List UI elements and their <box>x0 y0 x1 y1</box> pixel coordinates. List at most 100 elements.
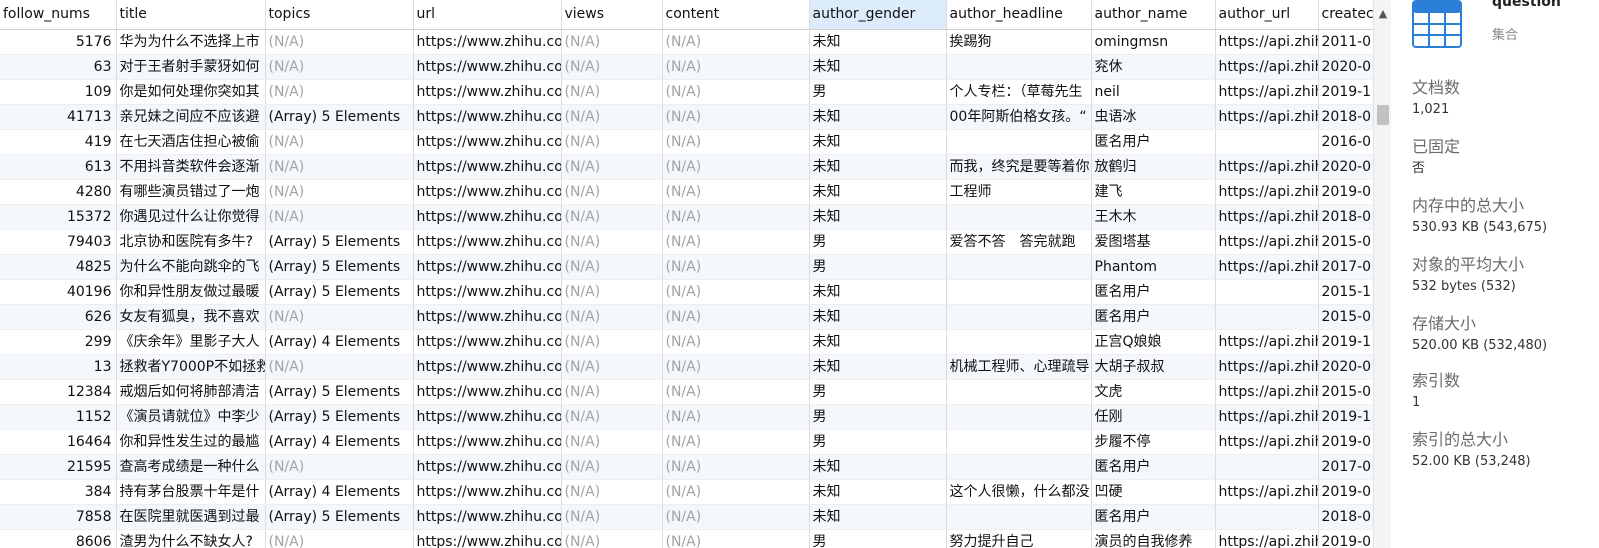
cell-follow-nums[interactable]: 41713 <box>0 104 117 130</box>
cell-url[interactable]: https://www.zhihu.com <box>413 354 562 380</box>
cell-views[interactable]: (N/A) <box>561 329 663 355</box>
cell-views[interactable]: (N/A) <box>561 429 663 455</box>
cell-views[interactable]: (N/A) <box>561 529 663 548</box>
cell-follow-nums[interactable]: 7858 <box>0 504 117 530</box>
table-row[interactable]: 21595 查高考成绩是一种什么 (N/A) https://www.zhihu.co… <box>0 454 1373 480</box>
cell-author-name[interactable]: Phantom <box>1091 254 1216 280</box>
cell-topics[interactable]: (N/A) <box>265 354 414 380</box>
cell-title[interactable]: 《演员请就位》中李少 <box>116 404 266 430</box>
cell-created[interactable]: 2020-0 <box>1318 354 1373 380</box>
cell-views[interactable]: (N/A) <box>561 354 663 380</box>
column-header-author-gender[interactable]: author_gender <box>809 0 947 30</box>
cell-author-name[interactable]: 大胡子叔叔 <box>1091 354 1216 380</box>
cell-created[interactable]: 2019-0 <box>1318 429 1373 455</box>
cell-views[interactable]: (N/A) <box>561 304 663 330</box>
table-row[interactable]: 7858 在医院里就医遇到过最 (Array) 5 Elements https://… <box>0 504 1373 530</box>
cell-created[interactable]: 2018-0 <box>1318 204 1373 230</box>
cell-topics[interactable]: (N/A) <box>265 179 414 205</box>
cell-author-gender[interactable]: 男 <box>809 404 947 430</box>
table-row[interactable]: 419 在七天酒店住担心被偷 (N/A) https://www.zhihu.com(… <box>0 129 1373 155</box>
cell-author-headline[interactable] <box>946 304 1092 330</box>
cell-url[interactable]: https://www.zhihu.com <box>413 529 562 548</box>
cell-author-gender[interactable]: 未知 <box>809 204 947 230</box>
cell-url[interactable]: https://www.zhihu.com <box>413 204 562 230</box>
cell-title[interactable]: 戒烟后如何将肺部清洁 <box>116 379 266 405</box>
cell-content[interactable]: (N/A) <box>662 454 810 480</box>
cell-author-headline[interactable] <box>946 254 1092 280</box>
cell-topics[interactable]: (N/A) <box>265 79 414 105</box>
cell-views[interactable]: (N/A) <box>561 179 663 205</box>
cell-url[interactable]: https://www.zhihu.com <box>413 279 562 305</box>
column-header-author-url[interactable]: author_url <box>1215 0 1319 30</box>
cell-content[interactable]: (N/A) <box>662 379 810 405</box>
cell-author-gender[interactable]: 未知 <box>809 479 947 505</box>
cell-author-url[interactable]: https://api.zhihu <box>1215 54 1319 80</box>
cell-follow-nums[interactable]: 12384 <box>0 379 117 405</box>
cell-follow-nums[interactable]: 13 <box>0 354 117 380</box>
cell-author-headline[interactable] <box>946 454 1092 480</box>
cell-author-headline[interactable] <box>946 204 1092 230</box>
cell-url[interactable]: https://www.zhihu.com <box>413 379 562 405</box>
cell-created[interactable]: 2015-1 <box>1318 279 1373 305</box>
cell-created[interactable]: 2015-0 <box>1318 229 1373 255</box>
cell-author-headline[interactable]: 努力提升自己 <box>946 529 1092 548</box>
cell-content[interactable]: (N/A) <box>662 254 810 280</box>
table-row[interactable]: 41713 亲兄妹之间应不应该避 (Array) 5 Elements https:/… <box>0 104 1373 130</box>
cell-content[interactable]: (N/A) <box>662 54 810 80</box>
cell-author-url[interactable] <box>1215 129 1319 155</box>
cell-title[interactable]: 你和异性发生过的最尴 <box>116 429 266 455</box>
cell-topics[interactable]: (N/A) <box>265 204 414 230</box>
table-row[interactable]: 12384 戒烟后如何将肺部清洁 (Array) 5 Elements https:/… <box>0 379 1373 405</box>
cell-author-name[interactable]: 匿名用户 <box>1091 504 1216 530</box>
cell-content[interactable]: (N/A) <box>662 229 810 255</box>
cell-created[interactable]: 2019-0 <box>1318 479 1373 505</box>
table-row[interactable]: 8606 渣男为什么不缺女人? (N/A) https://www.zhihu.com… <box>0 529 1373 548</box>
cell-views[interactable]: (N/A) <box>561 379 663 405</box>
cell-topics[interactable]: (Array) 4 Elements <box>265 429 414 455</box>
cell-created[interactable]: 2018-0 <box>1318 104 1373 130</box>
cell-author-name[interactable]: 匿名用户 <box>1091 304 1216 330</box>
cell-author-gender[interactable]: 男 <box>809 79 947 105</box>
cell-author-url[interactable]: https://api.zhihu <box>1215 79 1319 105</box>
cell-url[interactable]: https://www.zhihu.com <box>413 454 562 480</box>
column-header-created[interactable]: createc <box>1318 0 1373 30</box>
cell-author-headline[interactable]: 个人专栏：（草莓先生 <box>946 79 1092 105</box>
cell-author-gender[interactable]: 男 <box>809 529 947 548</box>
cell-url[interactable]: https://www.zhihu.com <box>413 29 562 55</box>
cell-title[interactable]: 持有茅台股票十年是什 <box>116 479 266 505</box>
cell-author-gender[interactable]: 未知 <box>809 54 947 80</box>
cell-follow-nums[interactable]: 626 <box>0 304 117 330</box>
cell-url[interactable]: https://www.zhihu.com <box>413 329 562 355</box>
cell-follow-nums[interactable]: 4280 <box>0 179 117 205</box>
table-row[interactable]: 13 拯救者Y7000P不如拯救 (N/A) https://www.zhihu.co… <box>0 354 1373 380</box>
cell-content[interactable]: (N/A) <box>662 129 810 155</box>
cell-author-name[interactable]: 步履不停 <box>1091 429 1216 455</box>
cell-author-gender[interactable]: 未知 <box>809 304 947 330</box>
cell-url[interactable]: https://www.zhihu.com <box>413 429 562 455</box>
cell-views[interactable]: (N/A) <box>561 204 663 230</box>
cell-author-gender[interactable]: 男 <box>809 429 947 455</box>
cell-author-gender[interactable]: 男 <box>809 229 947 255</box>
cell-author-headline[interactable]: 机械工程师、心理疏导 <box>946 354 1092 380</box>
cell-author-headline[interactable] <box>946 429 1092 455</box>
column-header-topics[interactable]: topics <box>265 0 414 30</box>
cell-author-headline[interactable]: 00年阿斯伯格女孩。“ <box>946 104 1092 130</box>
cell-content[interactable]: (N/A) <box>662 329 810 355</box>
cell-title[interactable]: 你是如何处理你突如其 <box>116 79 266 105</box>
cell-created[interactable]: 2019-1 <box>1318 404 1373 430</box>
cell-title[interactable]: 不用抖音类软件会逐渐 <box>116 154 266 180</box>
cell-author-name[interactable]: 虫语冰 <box>1091 104 1216 130</box>
cell-follow-nums[interactable]: 384 <box>0 479 117 505</box>
table-row[interactable]: 79403 北京协和医院有多牛? (Array) 5 Elements https:/… <box>0 229 1373 255</box>
cell-url[interactable]: https://www.zhihu.com <box>413 104 562 130</box>
cell-url[interactable]: https://www.zhihu.com <box>413 154 562 180</box>
cell-follow-nums[interactable]: 419 <box>0 129 117 155</box>
cell-author-gender[interactable]: 未知 <box>809 454 947 480</box>
cell-created[interactable]: 2019-0 <box>1318 179 1373 205</box>
cell-author-gender[interactable]: 男 <box>809 379 947 405</box>
table-row[interactable]: 15372 你遇见过什么让你觉得 (N/A) https://www.zhihu.co… <box>0 204 1373 230</box>
cell-title[interactable]: 北京协和医院有多牛? <box>116 229 266 255</box>
column-header-views[interactable]: views <box>561 0 663 30</box>
cell-created[interactable]: 2020-0 <box>1318 54 1373 80</box>
cell-author-url[interactable]: https://api.zhihu <box>1215 354 1319 380</box>
